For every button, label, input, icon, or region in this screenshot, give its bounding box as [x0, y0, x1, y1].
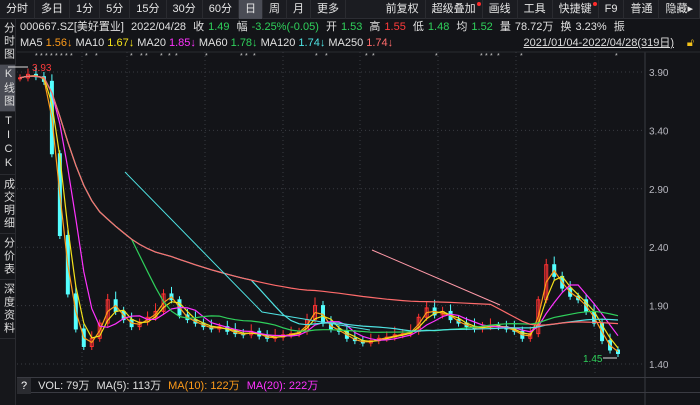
event-star-icon: *: [240, 53, 243, 60]
event-star-icon: *: [205, 53, 208, 60]
event-star-icon: *: [253, 53, 256, 60]
event-star-icon: *: [315, 53, 318, 60]
event-star-icon: *: [325, 53, 328, 60]
y-tick-label: 1.90: [649, 302, 669, 313]
event-star-icon: *: [175, 53, 178, 60]
event-star-icon: *: [520, 53, 523, 60]
ma-line: [19, 75, 619, 332]
y-tick-label: 3.90: [649, 68, 669, 79]
event-star-icon: *: [245, 53, 248, 60]
event-star-icon: *: [40, 53, 43, 60]
event-star-icon: *: [35, 53, 38, 60]
event-star-icon: *: [480, 53, 483, 60]
event-star-icon: *: [485, 53, 488, 60]
event-star-icon: *: [65, 53, 68, 60]
event-star-icon: *: [85, 53, 88, 60]
event-star-icon: *: [70, 53, 73, 60]
kline-chart[interactable]: 3.903.402.902.401.901.40* * * * * * * * * * * * * * * *…: [0, 0, 700, 405]
event-star-icon: *: [372, 53, 375, 60]
event-star-icon: *: [160, 53, 163, 60]
event-star-icon: *: [490, 53, 493, 60]
y-tick-label: 2.90: [649, 185, 669, 196]
event-star-icon: *: [435, 53, 438, 60]
event-star-icon: *: [365, 53, 368, 60]
help-button[interactable]: ?: [17, 378, 31, 394]
y-tick-label: 1.40: [649, 360, 669, 371]
event-star-icon: *: [45, 53, 48, 60]
vol-ma10: MA(10): 122万: [168, 380, 240, 392]
max-price-label: 3.93: [32, 63, 52, 74]
event-star-icon: *: [130, 53, 133, 60]
vol-value: VOL: 79万: [38, 380, 90, 392]
event-star-icon: *: [168, 53, 171, 60]
event-star-icon: *: [497, 53, 500, 60]
volume-legend: ? VOL: 79万 MA(5): 113万 MA(10): 122万 MA(2…: [17, 377, 700, 394]
ma-line: [19, 75, 619, 333]
vol-ma5: MA(5): 113万: [96, 380, 162, 392]
y-tick-label: 3.40: [649, 126, 669, 137]
ma-line: [19, 74, 619, 353]
event-star-icon: *: [60, 53, 63, 60]
y-tick-label: 2.40: [649, 243, 669, 254]
event-star-icon: *: [140, 53, 143, 60]
min-price-label: 1.45: [583, 354, 603, 365]
ma-line: [19, 75, 619, 327]
event-star-icon: *: [50, 53, 53, 60]
event-star-icon: *: [55, 53, 58, 60]
event-star-icon: *: [95, 53, 98, 60]
drawn-trendline: [371, 249, 501, 306]
event-star-icon: *: [145, 53, 148, 60]
vol-ma20: MA(20): 222万: [246, 380, 319, 392]
event-star-icon: *: [615, 53, 618, 60]
